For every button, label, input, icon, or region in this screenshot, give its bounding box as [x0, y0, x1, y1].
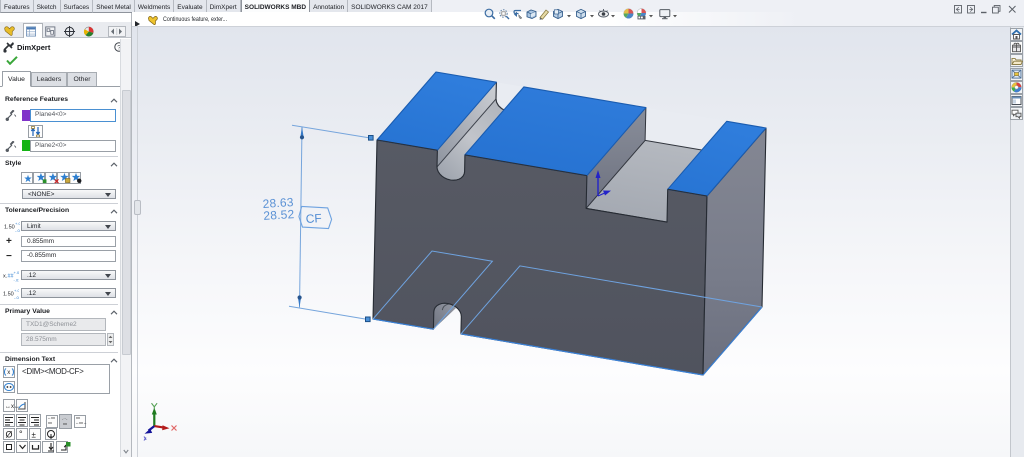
svg-text:-.01: -.01	[14, 278, 20, 283]
svg-text:↔xx↔: ↔xx↔	[75, 420, 87, 425]
svg-text:°: °	[19, 429, 23, 439]
svg-text:+.01: +.01	[14, 270, 20, 275]
svg-text:±: ±	[32, 431, 37, 440]
svg-text:CF: CF	[305, 211, 322, 226]
svg-text:xx: xx	[63, 421, 67, 426]
svg-text:+.02: +.02	[15, 221, 20, 226]
svg-text:-.02: -.02	[15, 228, 20, 233]
svg-text:x: x	[7, 370, 10, 376]
svg-text:↔x↔: ↔x↔	[5, 404, 20, 410]
svg-text:+.02: +.02	[14, 288, 19, 293]
svg-text:1.50: 1.50	[3, 292, 14, 298]
svg-text:-.02: -.02	[14, 295, 19, 300]
svg-text:xx: xx	[48, 420, 52, 425]
svg-text:Ø: Ø	[6, 430, 13, 440]
svg-text:1.50: 1.50	[4, 225, 15, 231]
